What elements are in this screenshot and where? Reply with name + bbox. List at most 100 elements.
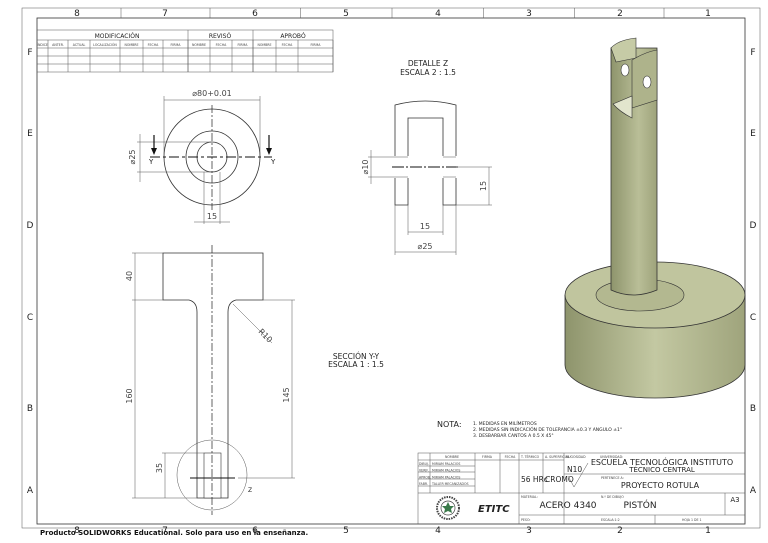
row-label: C [750,313,756,323]
row-label: F [27,48,32,58]
column-label: 4 [435,9,441,19]
section-view: Z 40 160 35 145 R10 SECCIÓN Y-Y ESCALA 1… [125,245,384,515]
row-label: A [750,486,757,496]
revision-column-header: FECHA [282,43,293,47]
top-view: ⌀80+0.01 ⌀25 15 Y Y [128,89,276,224]
dim-stem-length: 145 [282,387,291,402]
dim-slot-depth: 35 [155,463,164,473]
row-label: E [750,129,756,139]
row-label: D [27,221,34,231]
tb-size: A3 [730,496,739,504]
tb-roughness: N10 [567,465,582,474]
tb-role-name: MIRIAM PALACIOS [432,469,460,473]
tb-header-roughness: RUGOSIDAD [566,455,586,459]
column-label: 8 [74,9,80,19]
revision-column-header: NOMBRE [257,43,271,47]
notes-label: NOTA: [437,420,462,429]
tb-role: VERIF. [419,469,429,473]
revision-column-header: NOMBRE [124,43,138,47]
tb-header-date: FECHA [505,455,516,459]
column-label: 1 [705,526,711,536]
dim-hole-diameter: ⌀10 [361,160,370,175]
tb-header-name: NOMBRE [445,455,459,459]
revision-column-header: FIRMA [238,43,249,47]
row-label: B [27,404,33,414]
column-label: 5 [343,526,349,536]
row-label: F [750,48,755,58]
revision-column-header: NOMBRE [192,43,206,47]
dim-head-height: 40 [125,271,134,281]
tb-scale-label: ESCALA:1:2 [601,518,620,522]
revision-column-header: FECHA [148,43,159,47]
dim-inner-width: 15 [420,222,430,231]
dim-total-height: 160 [125,388,134,403]
tb-role-name: MIRIAM PALACIOS [432,475,460,479]
revision-column-header: ÍNDICE [37,42,48,47]
tb-header-treatment: T. TÉRMICO [520,454,540,459]
note-2: 2. MEDIDAS SIN INDICACIÓN DE TOLERANCIA … [473,426,622,433]
revision-column-header: FECHA [216,43,227,47]
tb-material-label: MATERIAL: [521,495,538,499]
detail-mark: Z [248,487,252,494]
tb-drawing-label: N.º DE DIBUJO [601,495,624,499]
detail-view: DETALLE Z ESCALA 2 : 1.5 ⌀10 15 15 ⌀25 [361,59,492,255]
tb-project: PROYECTO ROTULA [621,481,700,490]
column-label: 4 [435,526,441,536]
section-mark-left: Y [148,158,154,166]
tb-surface: CROMO [545,475,574,484]
detail-scale: ESCALA 2 : 1.5 [400,68,456,77]
notes: NOTA: 1. MEDIDAS EN MILÍMETROS 2. MEDIDA… [437,420,622,439]
revision-column-header: FIRMA [171,43,182,47]
note-1: 1. MEDIDAS EN MILÍMETROS [473,420,537,427]
tb-sheet-label: HOJA 1 DE 1 [682,518,702,522]
rev-group-modificacion: MODIFICACIÓN [95,33,140,40]
tb-weight-label: PESO: [521,518,531,522]
tb-drawing-name: PISTÓN [623,499,656,511]
detail-title: DETALLE Z [408,59,448,68]
title-block: NOMBRE FIRMA FECHA T. TÉRMICO A. SUPERFI… [417,452,746,525]
tb-material: ACERO 4340 [539,501,596,511]
column-label: 5 [343,9,349,19]
tb-header-sign: FIRMA [482,455,493,459]
section-scale: ESCALA 1 : 1.5 [328,360,384,369]
column-label: 3 [526,9,532,19]
column-label: 1 [705,9,711,19]
note-3: 3. DESBARBAR CANTOS A 0.5 X 45° [473,433,554,439]
dim-hole-height: 15 [479,181,488,191]
revision-table: MODIFICACIÓN REVISÓ APROBÓ ÍNDICE ANTER. A… [36,29,334,73]
column-label: 2 [617,9,623,19]
row-label: B [750,404,756,414]
revision-column-header: FIRMA [311,43,322,47]
tb-role-name: TALLER MECANIZADOS [431,482,469,486]
rev-group-reviso: REVISÓ [209,33,232,40]
column-label: 7 [162,9,168,19]
isometric-model [564,37,746,399]
dim-inner-diameter: ⌀25 [128,150,137,165]
tb-role: FABR. [419,482,428,486]
column-label: 6 [252,9,258,19]
drawing-sheet: 8877665544332211 F FE ED DC CB BA A MODIFICACI… [21,7,761,536]
dim-fillet-radius: R10 [257,327,275,345]
etitc-logo-icon [436,496,460,520]
tb-role: APROB. [419,475,431,479]
section-mark-right: Y [270,158,276,166]
watermark: Producto SOLIDWORKS Educational. Solo pa… [40,529,309,537]
revision-column-header: ANTER. [52,43,64,47]
tb-project-label: PERTENECE A: [601,476,624,480]
revision-column-header: ACTUAL [73,43,86,47]
dim-outer-diameter: ⌀80+0.01 [192,89,232,98]
row-label: A [27,486,34,496]
tb-role-name: MIRIAM PALACIOS [432,462,460,466]
tb-treatment: 56 HRc [521,475,548,484]
tb-university-2: TÉCNICO CENTRAL [628,465,695,474]
rev-group-aprobo: APROBÓ [280,33,306,40]
row-label: D [750,221,757,231]
revision-column-header: LOCALIZACIÓN [93,42,117,47]
column-label: 3 [526,526,532,536]
row-label: C [27,313,33,323]
dim-width: 15 [207,212,217,221]
tb-role: DIBUJ. [419,462,429,466]
column-label: 2 [617,526,623,536]
row-label: E [27,129,33,139]
dim-outer-width: ⌀25 [418,242,433,251]
